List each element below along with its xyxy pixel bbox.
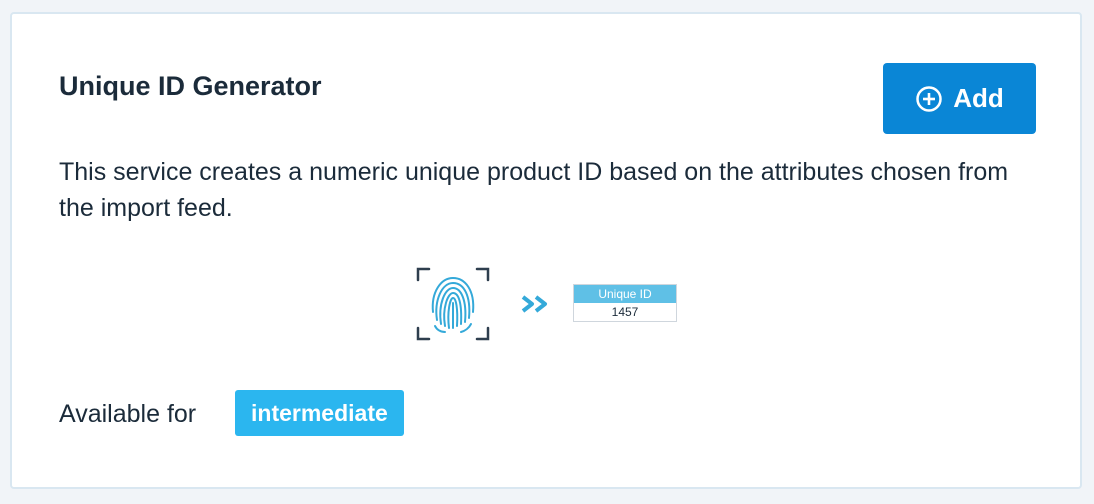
unique-id-header: Unique ID [574,285,676,303]
availability-label: Available for [59,400,197,428]
add-button-label: Add [953,83,1004,113]
service-description: This service creates a numeric unique pr… [59,158,1009,222]
plus-circle-icon [915,85,943,113]
unique-id-value: 1457 [611,305,639,319]
fingerprint-icon [416,267,490,341]
double-chevron-right-icon [521,295,547,313]
service-card: Unique ID Generator Add This service cre… [10,12,1082,489]
service-illustration: Unique ID 1457 [415,266,695,346]
add-button[interactable]: Add [883,63,1036,134]
unique-id-table: Unique ID 1457 [573,284,677,322]
plan-badge: intermediate [235,390,404,436]
card-title: Unique ID Generator [59,71,322,101]
